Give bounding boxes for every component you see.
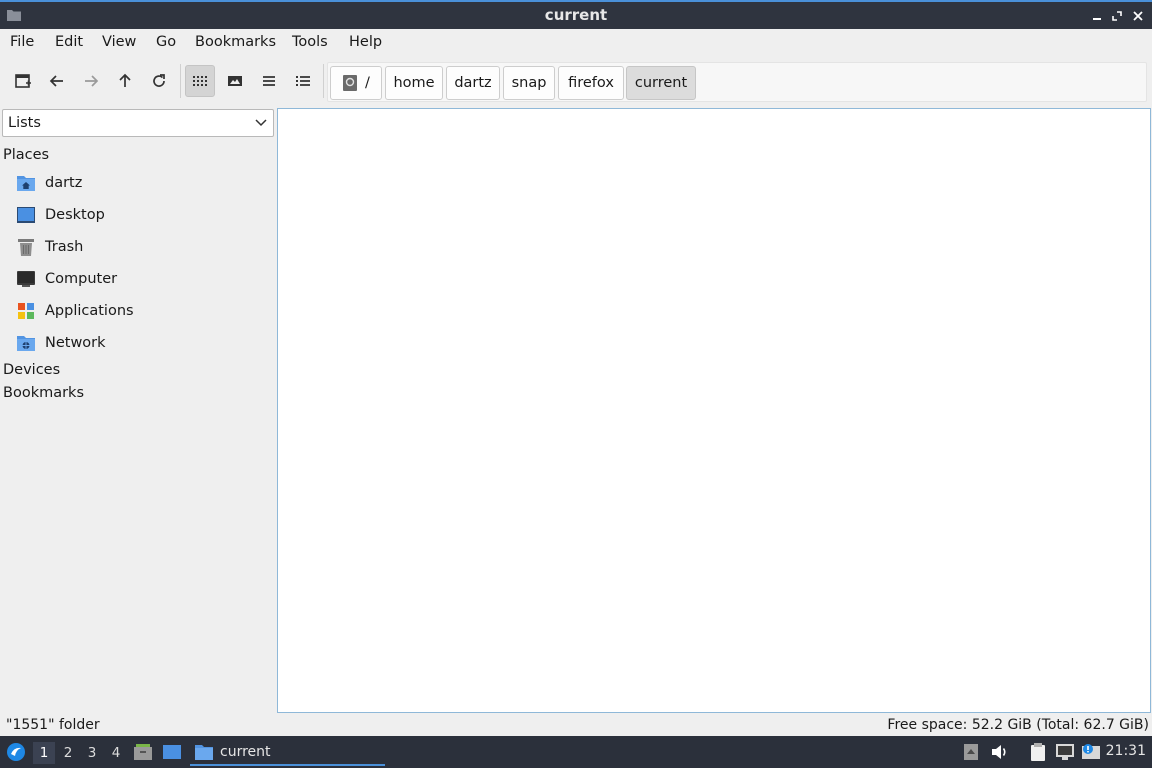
bookmarks-header[interactable]: Bookmarks xyxy=(3,385,84,401)
thumbnail-view-button[interactable] xyxy=(220,65,250,97)
path-crumb-home[interactable]: home xyxy=(385,66,443,100)
network-button[interactable] xyxy=(1055,742,1075,762)
side-pane-mode-select[interactable]: Lists xyxy=(2,109,274,137)
volume-button[interactable] xyxy=(990,742,1010,762)
sidebar-item-label: Applications xyxy=(45,303,134,319)
path-crumb-firefox[interactable]: firefox xyxy=(558,66,624,100)
sidebar-item-desktop[interactable]: Desktop xyxy=(16,203,266,227)
volume-icon xyxy=(992,745,1006,759)
path-root-button[interactable]: / xyxy=(330,66,382,100)
toolbar-separator xyxy=(323,64,324,98)
workspace-2[interactable]: 2 xyxy=(57,742,79,764)
side-pane-mode-value: Lists xyxy=(8,115,41,131)
network-folder-icon xyxy=(16,333,36,353)
sidebar-item-trash[interactable]: Trash xyxy=(16,235,266,259)
devices-header[interactable]: Devices xyxy=(3,362,60,378)
sidebar-item-dartz[interactable]: dartz xyxy=(16,171,266,195)
window-titlebar[interactable]: current xyxy=(0,0,1152,29)
detailed-list-view-button[interactable] xyxy=(288,65,318,97)
grid-icon xyxy=(193,76,207,86)
home-folder-icon xyxy=(16,173,36,193)
taskbar: 1 2 3 4 current 21:31 xyxy=(0,736,1152,768)
menu-bar: File Edit View Go Bookmarks Tools Help xyxy=(0,29,1152,56)
image-icon xyxy=(228,76,242,86)
reload-icon xyxy=(153,74,165,87)
icon-view-button[interactable] xyxy=(185,65,215,97)
path-root-label: / xyxy=(365,75,370,91)
clipboard-icon xyxy=(1031,743,1045,761)
clock[interactable]: 21:31 xyxy=(1106,743,1146,759)
sidebar-item-label: Desktop xyxy=(45,207,105,223)
workspace-1[interactable]: 1 xyxy=(33,742,55,764)
update-notifier-icon xyxy=(1082,744,1100,759)
sidebar-item-computer[interactable]: Computer xyxy=(16,267,266,291)
toolbar-separator xyxy=(180,64,181,98)
list-icon xyxy=(263,76,275,86)
sidebar-item-applications[interactable]: Applications xyxy=(16,299,266,323)
sidebar-item-label: Network xyxy=(45,335,106,351)
path-crumb-dartz[interactable]: dartz xyxy=(446,66,500,100)
notifications-button[interactable] xyxy=(1081,742,1101,762)
up-button[interactable] xyxy=(110,65,140,97)
back-button[interactable] xyxy=(42,65,72,97)
menu-bookmarks[interactable]: Bookmarks xyxy=(195,34,276,50)
path-crumb-snap[interactable]: snap xyxy=(503,66,555,100)
menu-go[interactable]: Go xyxy=(156,34,176,50)
menu-help[interactable]: Help xyxy=(349,34,382,50)
taskbar-window-current[interactable]: current xyxy=(190,739,385,766)
network-wired-icon xyxy=(1056,744,1074,760)
arrow-right-icon xyxy=(85,75,99,87)
trash-icon xyxy=(16,237,36,257)
minimize-icon xyxy=(1093,18,1101,20)
sidebar-item-label: Computer xyxy=(45,271,118,287)
applications-icon xyxy=(16,301,36,321)
desktop-icon xyxy=(16,205,36,225)
file-manager-launcher[interactable] xyxy=(133,742,153,762)
compact-view-button[interactable] xyxy=(254,65,284,97)
toolbar: / home dartz snap firefox current xyxy=(0,62,1152,104)
computer-icon xyxy=(16,269,36,289)
new-tab-icon xyxy=(15,74,31,88)
menu-file[interactable]: File xyxy=(10,34,34,50)
show-desktop-button[interactable] xyxy=(162,742,182,762)
taskbar-window-label: current xyxy=(220,743,271,760)
lubuntu-logo-icon xyxy=(7,743,25,761)
desktop-icon xyxy=(163,745,181,759)
workspace-4[interactable]: 4 xyxy=(105,742,127,764)
selection-status: "1551" folder xyxy=(6,717,100,733)
path-crumb-current[interactable]: current xyxy=(626,66,696,100)
maximize-icon xyxy=(1112,11,1122,21)
close-button[interactable] xyxy=(1129,7,1147,25)
path-bar: / home dartz snap firefox current xyxy=(327,62,1147,102)
window-title: current xyxy=(544,6,608,24)
tray-expand-button[interactable] xyxy=(961,742,981,762)
folder-view[interactable] xyxy=(277,108,1151,713)
detailed-list-icon xyxy=(296,76,310,86)
drive-icon xyxy=(343,75,358,91)
forward-button[interactable] xyxy=(76,65,106,97)
maximize-button[interactable] xyxy=(1108,7,1126,25)
minimize-button[interactable] xyxy=(1088,7,1106,25)
free-space-status: Free space: 52.2 GiB (Total: 62.7 GiB) xyxy=(887,717,1149,733)
arrow-up-icon xyxy=(119,73,131,87)
sidebar-item-network[interactable]: Network xyxy=(16,331,266,355)
new-tab-button[interactable] xyxy=(8,65,38,97)
folder-icon xyxy=(195,744,213,760)
reload-button[interactable] xyxy=(144,65,174,97)
places-header[interactable]: Places xyxy=(3,147,49,163)
clipboard-button[interactable] xyxy=(1028,742,1048,762)
arrow-left-icon xyxy=(49,75,63,87)
status-bar: "1551" folder Free space: 52.2 GiB (Tota… xyxy=(0,716,1152,736)
menu-edit[interactable]: Edit xyxy=(55,34,83,50)
workspace-3[interactable]: 3 xyxy=(81,742,103,764)
file-manager-icon xyxy=(134,744,152,760)
chevron-down-icon xyxy=(255,119,267,127)
menu-tools[interactable]: Tools xyxy=(292,34,328,50)
menu-view[interactable]: View xyxy=(102,34,136,50)
start-menu-button[interactable] xyxy=(5,741,27,763)
tray-arrow-icon xyxy=(964,744,978,760)
close-icon xyxy=(1133,11,1143,21)
sidebar-item-label: dartz xyxy=(45,175,83,191)
sidebar-item-label: Trash xyxy=(45,239,84,255)
